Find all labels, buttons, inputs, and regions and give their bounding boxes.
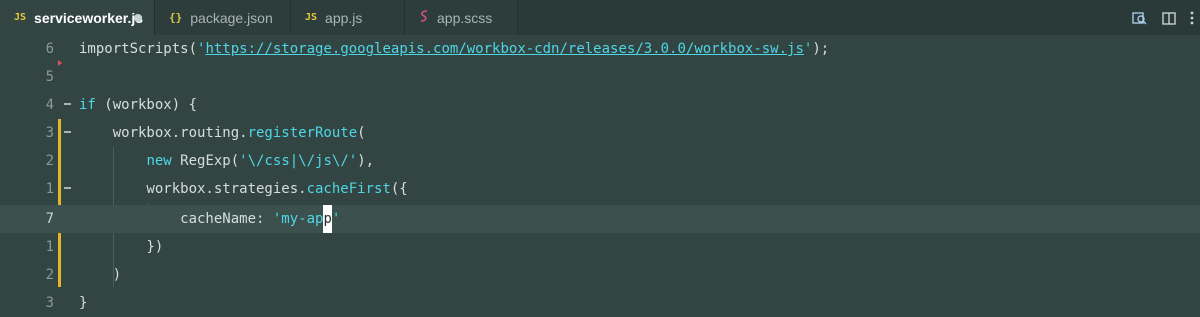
line-code: ) <box>79 261 121 289</box>
code-token: cacheName: <box>79 211 273 227</box>
code-token: new <box>146 153 172 169</box>
code-token: 'my-ap <box>272 211 324 227</box>
fold-icon[interactable] <box>64 103 71 105</box>
line-number: 4 <box>45 97 54 113</box>
code-token: https://storage.googleapis.com/workbox-c… <box>205 41 804 57</box>
code-token: RegExp( <box>171 153 240 169</box>
code-token: ), <box>357 153 375 169</box>
code-token: ( <box>357 125 366 141</box>
line-number: 2 <box>45 267 54 283</box>
tab-app-js[interactable]: JS app.js <box>291 0 405 35</box>
js-file-icon: JS <box>14 12 27 23</box>
tab-label: app.js <box>325 9 363 26</box>
tab-label: serviceworker.js <box>34 9 144 26</box>
line-code: new RegExp('\/css|\/js\/'), <box>79 147 374 175</box>
code-line[interactable]: 2 new RegExp('\/css|\/js\/'), <box>0 147 1200 175</box>
code-token: '\/css|\/js\/' <box>239 153 358 169</box>
js-file-icon: JS <box>305 12 318 23</box>
tab-label: app.scss <box>437 9 493 26</box>
line-code: workbox.strategies.cacheFirst({ <box>79 175 408 203</box>
line-number: 1 <box>45 181 54 197</box>
code-token: }) <box>79 239 164 255</box>
code-line[interactable]: 1 workbox.strategies.cacheFirst({ <box>0 175 1200 203</box>
code-token: ' <box>331 211 341 227</box>
tab-bar: JS serviceworker.js {} package.json JS a… <box>0 0 1200 35</box>
code-line[interactable]: 4 if (workbox) { <box>0 91 1200 119</box>
split-editor-icon[interactable] <box>1160 9 1178 27</box>
tab-app-scss[interactable]: app.scss <box>405 0 518 35</box>
tab-serviceworker-js[interactable]: JS serviceworker.js <box>0 0 155 35</box>
code-token: workbox.strategies. <box>79 181 307 197</box>
unsaved-dot-icon[interactable] <box>134 14 142 22</box>
line-number: 1 <box>45 239 54 255</box>
code-line[interactable]: 6 importScripts('https://storage.googlea… <box>0 35 1200 63</box>
line-code: }) <box>79 233 163 261</box>
code-token: registerRoute <box>247 125 358 141</box>
open-changes-icon[interactable] <box>1130 9 1148 27</box>
code-token: } <box>79 295 88 311</box>
code-token: ) <box>79 267 122 283</box>
code-token: if <box>79 97 96 113</box>
code-line[interactable]: 5 <box>0 63 1200 91</box>
code-token: importScripts( <box>79 41 198 57</box>
line-code: cacheName: 'my-app' <box>79 205 340 233</box>
code-editor[interactable]: 6 importScripts('https://storage.googlea… <box>0 35 1200 317</box>
code-token: ); <box>812 41 830 57</box>
scss-icon <box>419 9 429 26</box>
tab-label: package.json <box>190 9 273 26</box>
line-number: 7 <box>45 211 54 227</box>
json-file-icon: {} <box>169 11 183 24</box>
line-number: 3 <box>45 295 54 311</box>
code-token: cacheFirst <box>306 181 391 197</box>
code-line[interactable]: 3 } <box>0 289 1200 317</box>
current-code-line[interactable]: 7 cacheName: 'my-app' <box>0 205 1200 233</box>
text-cursor: p <box>323 205 332 233</box>
code-line[interactable]: 2 ) <box>0 261 1200 289</box>
line-number: 6 <box>45 41 54 57</box>
fold-icon[interactable] <box>64 187 71 189</box>
line-code: } <box>79 289 87 317</box>
line-code: if (workbox) { <box>79 91 197 119</box>
line-number: 5 <box>45 69 54 85</box>
code-token: (workbox) { <box>95 97 198 113</box>
tab-package-json[interactable]: {} package.json <box>155 0 291 35</box>
more-actions-icon[interactable] <box>1186 9 1198 27</box>
code-token: ({ <box>390 181 408 197</box>
line-number: 2 <box>45 153 54 169</box>
fold-icon[interactable] <box>64 131 71 133</box>
line-code: importScripts('https://storage.googleapi… <box>79 35 829 63</box>
code-line[interactable]: 1 }) <box>0 233 1200 261</box>
code-token: workbox.routing. <box>79 125 248 141</box>
line-number: 3 <box>45 125 54 141</box>
code-line[interactable]: 3 workbox.routing.registerRoute( <box>0 119 1200 147</box>
line-code: workbox.routing.registerRoute( <box>79 119 366 147</box>
